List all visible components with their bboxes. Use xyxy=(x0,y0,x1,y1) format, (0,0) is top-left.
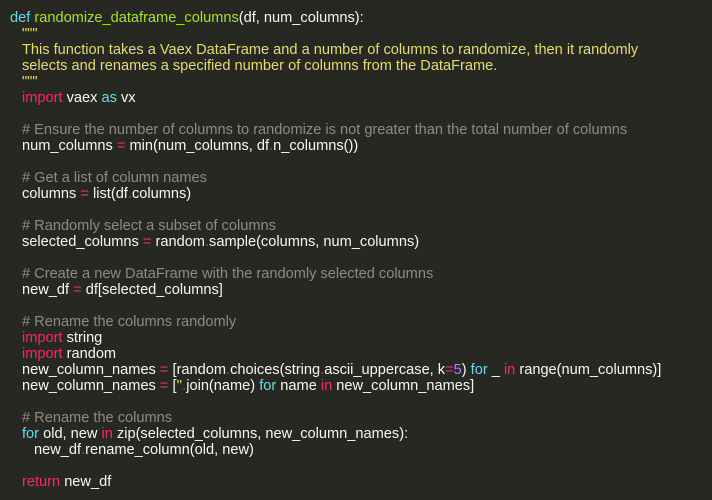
code-line-new-column-names-2: new_column_names = [''.join(name) for na… xyxy=(10,378,712,394)
comment-line: # Get a list of column names xyxy=(22,170,207,186)
docstring-line-1: This function takes a Vaex DataFrame and… xyxy=(22,42,639,58)
assign-operator: = xyxy=(80,186,89,202)
assign-operator: = xyxy=(116,138,126,154)
in-keyword: in xyxy=(101,426,113,442)
docstring-close: """ xyxy=(22,74,38,90)
expression-part: old, new xyxy=(39,426,102,442)
assign-operator: = xyxy=(159,378,169,394)
code-line-import-vaex: import vaex as vx xyxy=(10,90,712,106)
comment-line: # Create a new DataFrame with the random… xyxy=(22,266,434,282)
expression-part: ) xyxy=(461,362,471,378)
module-name: string xyxy=(66,330,103,346)
code-line-selected-columns: selected_columns = random.sample(columns… xyxy=(10,234,712,250)
as-keyword: as xyxy=(101,90,117,106)
assign-operator: = xyxy=(73,282,82,298)
comment-line: # Ensure the number of columns to random… xyxy=(22,122,628,138)
expression-part: range(num_columns)] xyxy=(515,362,662,378)
expression-part: ascii_uppercase, k xyxy=(324,362,446,378)
code-line-num-columns: num_columns = min(num_columns, df.n_colu… xyxy=(10,138,712,154)
assign-target: new_column_names xyxy=(22,378,156,394)
import-keyword: import xyxy=(22,90,63,106)
expression-part: df[selected_columns] xyxy=(85,282,223,298)
def-keyword: def xyxy=(10,10,31,26)
module-alias: vx xyxy=(120,90,136,106)
expression-part: name xyxy=(276,378,321,394)
comment-line: # Rename the columns xyxy=(22,410,173,426)
expression-part: sample(columns, num_columns) xyxy=(209,234,420,250)
expression-part: min(num_columns, df xyxy=(129,138,270,154)
function-name: randomize_dataframe_columns xyxy=(34,10,239,26)
assign-target: columns xyxy=(22,186,77,202)
import-keyword: import xyxy=(22,330,63,346)
for-keyword: for xyxy=(470,362,488,378)
expression-part: _ xyxy=(487,362,504,378)
expression-part: new_df xyxy=(34,442,82,458)
code-line-1: def randomize_dataframe_columns(df, num_… xyxy=(10,10,712,26)
module-name: vaex xyxy=(66,90,98,106)
comment-line: # Randomly select a subset of columns xyxy=(22,218,276,234)
code-line-import-random: import random xyxy=(10,346,712,362)
import-keyword: import xyxy=(22,346,63,362)
module-name: random xyxy=(66,346,117,362)
code-line-new-column-names-1: new_column_names = [random.choices(strin… xyxy=(10,362,712,378)
expression-part: join(name) xyxy=(186,378,260,394)
code-line-new-df: new_df = df[selected_columns] xyxy=(10,282,712,298)
in-keyword: in xyxy=(320,378,333,394)
expression-part: new_column_names] xyxy=(332,378,475,394)
docstring-line-2: selects and renames a specified number o… xyxy=(22,58,498,74)
number-literal: 5 xyxy=(453,362,462,378)
assign-operator: = xyxy=(445,362,454,378)
assign-operator: = xyxy=(159,362,169,378)
return-keyword: return xyxy=(22,474,61,490)
comment-line: # Rename the columns randomly xyxy=(22,314,237,330)
expression-part: rename_column(old, new) xyxy=(85,442,254,458)
assign-target: new_column_names xyxy=(22,362,156,378)
expression-part: n_columns()) xyxy=(273,138,359,154)
code-line-rename-column: new_df.rename_column(old, new) xyxy=(10,442,712,458)
assign-target: new_df xyxy=(22,282,70,298)
assign-operator: = xyxy=(142,234,152,250)
docstring-open: """ xyxy=(22,26,38,42)
code-line-import-string: import string xyxy=(10,330,712,346)
assign-target: selected_columns xyxy=(22,234,139,250)
in-keyword: in xyxy=(503,362,516,378)
expression-part: [random xyxy=(172,362,227,378)
function-params: (df, num_columns): xyxy=(238,10,364,26)
assign-target: num_columns xyxy=(22,138,113,154)
expression-part: columns) xyxy=(131,186,192,202)
for-keyword: for xyxy=(22,426,40,442)
code-line-columns: columns = list(df.columns) xyxy=(10,186,712,202)
code-editor[interactable]: def randomize_dataframe_columns(df, num_… xyxy=(0,0,712,500)
code-line-return: return new_df xyxy=(10,474,712,490)
expression-part: list(df xyxy=(93,186,128,202)
for-keyword: for xyxy=(259,378,277,394)
expression-part: random xyxy=(155,234,205,250)
expression-part: choices(string xyxy=(230,362,321,378)
expression-part: zip(selected_columns, new_column_names): xyxy=(112,426,409,442)
return-value: new_df xyxy=(64,474,112,490)
code-line-for-loop: for old, new in zip(selected_columns, ne… xyxy=(10,426,712,442)
